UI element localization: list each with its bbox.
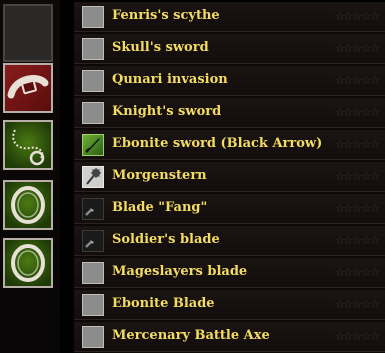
blade-icon xyxy=(82,198,104,220)
rating-stars: ☆☆☆☆☆ xyxy=(334,298,380,311)
list-item[interactable]: Fenris's scythe ☆☆☆☆☆ xyxy=(74,2,385,32)
item-name: Mageslayers blade xyxy=(112,264,248,279)
item-name: Ebonite Blade xyxy=(112,296,215,311)
equipment-slot-empty[interactable] xyxy=(3,4,53,62)
blank-icon xyxy=(82,102,104,124)
item-name: Soldier's blade xyxy=(112,232,220,247)
blank-icon xyxy=(82,294,104,316)
rating-stars: ☆☆☆☆☆ xyxy=(334,234,380,247)
list-item[interactable]: Knight's sword ☆☆☆☆☆ xyxy=(74,98,385,128)
blade-icon xyxy=(82,230,104,252)
equipment-slot-ring-1[interactable] xyxy=(3,180,53,230)
item-name: Blade "Fang" xyxy=(112,200,208,215)
equipment-panel xyxy=(0,0,60,353)
rating-stars: ☆☆☆☆☆ xyxy=(334,74,380,87)
item-name: Ebonite sword (Black Arrow) xyxy=(112,136,323,151)
list-item[interactable]: Mageslayers blade ☆☆☆☆☆ xyxy=(74,258,385,288)
list-item[interactable]: Morgenstern ☆☆☆☆☆ xyxy=(74,162,385,192)
list-item[interactable]: Mercenary Battle Axe ☆☆☆☆☆ xyxy=(74,322,385,352)
list-item[interactable]: Blade "Fang" ☆☆☆☆☆ xyxy=(74,194,385,224)
list-item[interactable]: Ebonite sword (Black Arrow) ☆☆☆☆☆ xyxy=(74,130,385,160)
blank-icon xyxy=(82,262,104,284)
blank-icon xyxy=(82,6,104,28)
list-item[interactable]: Qunari invasion ☆☆☆☆☆ xyxy=(74,66,385,96)
equipment-slot-amulet[interactable] xyxy=(3,120,53,170)
rating-stars: ☆☆☆☆☆ xyxy=(334,202,380,215)
blank-icon xyxy=(82,38,104,60)
equipment-slot-ring-2[interactable] xyxy=(3,238,53,288)
rating-stars: ☆☆☆☆☆ xyxy=(334,138,380,151)
rating-stars: ☆☆☆☆☆ xyxy=(334,106,380,119)
blank-icon xyxy=(82,326,104,348)
rating-stars: ☆☆☆☆☆ xyxy=(334,330,380,343)
rating-stars: ☆☆☆☆☆ xyxy=(334,10,380,23)
rating-stars: ☆☆☆☆☆ xyxy=(334,170,380,183)
rating-stars: ☆☆☆☆☆ xyxy=(334,42,380,55)
inventory-list: Fenris's scythe ☆☆☆☆☆ Skull's sword ☆☆☆☆… xyxy=(74,2,385,353)
item-name: Mercenary Battle Axe xyxy=(112,328,270,343)
item-name: Fenris's scythe xyxy=(112,8,220,23)
list-item[interactable]: Skull's sword ☆☆☆☆☆ xyxy=(74,34,385,64)
blank-icon xyxy=(82,70,104,92)
list-item[interactable]: Ebonite Blade ☆☆☆☆☆ xyxy=(74,290,385,320)
mace-icon xyxy=(82,166,104,188)
list-item[interactable]: Soldier's blade ☆☆☆☆☆ xyxy=(74,226,385,256)
sword-icon xyxy=(82,134,104,156)
equipment-slot-belt[interactable] xyxy=(3,63,53,113)
item-name: Knight's sword xyxy=(112,104,222,119)
item-name: Morgenstern xyxy=(112,168,207,183)
item-name: Skull's sword xyxy=(112,40,209,55)
item-name: Qunari invasion xyxy=(112,72,228,87)
rating-stars: ☆☆☆☆☆ xyxy=(334,266,380,279)
